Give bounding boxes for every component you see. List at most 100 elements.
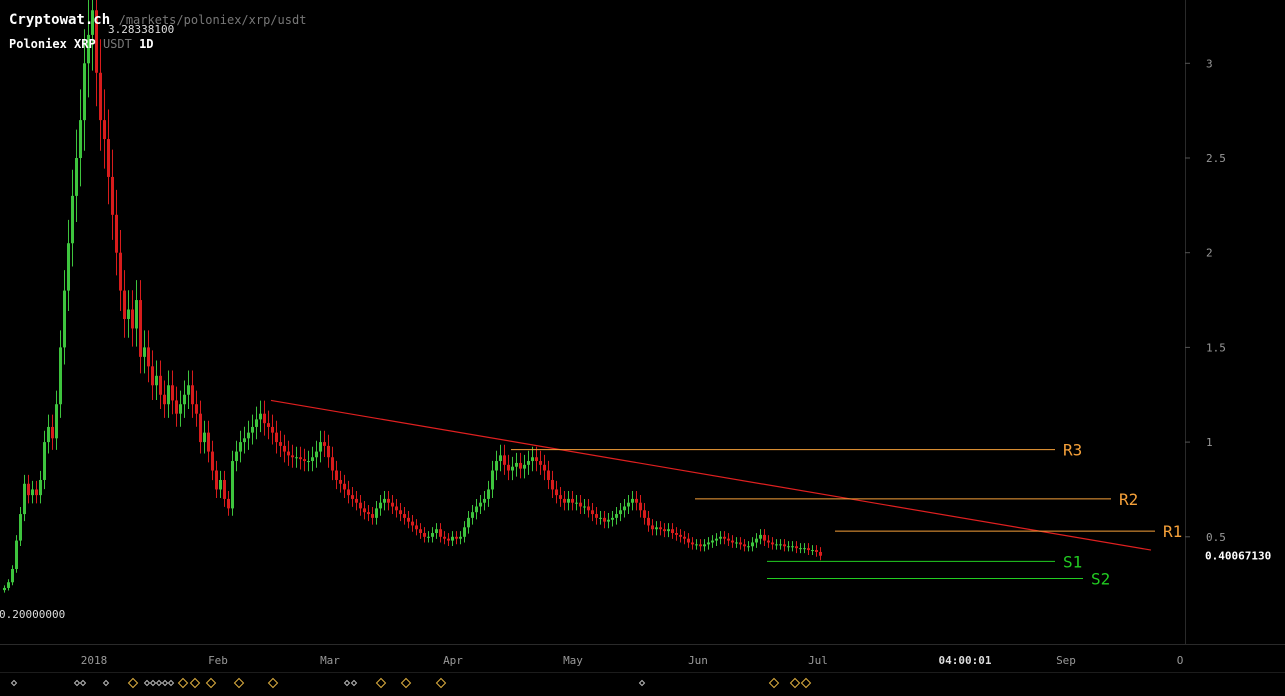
candle-body bbox=[335, 470, 338, 480]
candle-body bbox=[791, 546, 794, 548]
candle-body bbox=[663, 529, 666, 532]
event-marker-icon bbox=[177, 677, 189, 689]
candle-body bbox=[483, 498, 486, 503]
time-tick-label: O bbox=[1177, 654, 1184, 667]
chart-canvas[interactable]: 0.5 1 1.5 2 2.5 3 2018 Feb Mar Apr May Jun Jul 04:00:… bbox=[0, 0, 1285, 692]
price-tick-label: 2 bbox=[1206, 247, 1213, 260]
candle-body bbox=[71, 195, 74, 244]
candle-body bbox=[147, 347, 150, 367]
candle-body bbox=[159, 375, 162, 395]
candle-body bbox=[667, 529, 670, 532]
candle-body bbox=[151, 366, 154, 386]
candle-body bbox=[327, 445, 330, 458]
candle-body bbox=[807, 548, 810, 551]
candle-body bbox=[331, 457, 334, 471]
candle-body bbox=[799, 548, 802, 550]
candle-body bbox=[587, 506, 590, 511]
time-tick-label: Jun bbox=[688, 654, 708, 667]
candle-body bbox=[383, 498, 386, 503]
event-marker-icon bbox=[10, 679, 18, 687]
candle-body bbox=[171, 385, 174, 401]
candle-body bbox=[115, 214, 118, 253]
candle-body bbox=[443, 536, 446, 539]
candle-body bbox=[11, 568, 14, 583]
candle-body bbox=[719, 536, 722, 539]
quote-currency: USDT bbox=[102, 37, 132, 51]
candle-body bbox=[703, 544, 706, 547]
candle-body bbox=[43, 442, 46, 480]
candle-body bbox=[235, 451, 238, 462]
candle-body bbox=[435, 529, 438, 534]
candle-body bbox=[575, 502, 578, 504]
candle-body bbox=[239, 442, 242, 452]
candle-body bbox=[271, 426, 274, 433]
min-price-label: 0.20000000 bbox=[0, 608, 65, 621]
candle-body bbox=[599, 517, 602, 519]
time-tick-label: Jul bbox=[808, 654, 828, 667]
candle-body bbox=[523, 464, 526, 469]
site-name[interactable]: Cryptowat.ch bbox=[9, 12, 110, 28]
candle-body bbox=[507, 464, 510, 471]
candle-body bbox=[623, 506, 626, 511]
last-price-label: 0.40067130 bbox=[1205, 550, 1271, 563]
candle-body bbox=[655, 527, 658, 530]
candle-body bbox=[439, 529, 442, 537]
candle-body bbox=[107, 139, 110, 177]
candle-body bbox=[79, 120, 82, 158]
candle-body bbox=[775, 544, 778, 546]
candle-body bbox=[347, 489, 350, 496]
candle-body bbox=[303, 459, 306, 462]
event-marker-icon bbox=[435, 677, 447, 689]
time-tick-label: 04:00:01 bbox=[939, 654, 992, 667]
candle-body bbox=[735, 542, 738, 544]
candle-body bbox=[679, 534, 682, 537]
candle-body bbox=[531, 457, 534, 462]
candle-body bbox=[815, 550, 818, 552]
candle-body bbox=[755, 538, 758, 543]
candle-body bbox=[343, 483, 346, 490]
candle-body bbox=[143, 347, 146, 357]
candle-body bbox=[643, 510, 646, 518]
event-marker-icon bbox=[400, 677, 412, 689]
candle-body bbox=[263, 413, 266, 424]
candle-body bbox=[355, 498, 358, 503]
candle-body bbox=[467, 517, 470, 528]
candle-body bbox=[563, 498, 566, 503]
candle-body bbox=[211, 451, 214, 471]
candle-body bbox=[683, 536, 686, 539]
candle-body bbox=[103, 120, 106, 140]
candle-body bbox=[635, 498, 638, 503]
candle-body bbox=[427, 536, 430, 538]
candle-body bbox=[723, 536, 726, 539]
candle-body bbox=[771, 542, 774, 545]
event-marker-icon bbox=[167, 679, 175, 687]
candle-body bbox=[51, 426, 54, 439]
candle-body bbox=[367, 512, 370, 515]
candle-body bbox=[451, 536, 454, 541]
candle-body bbox=[139, 300, 142, 357]
resistance-trendline bbox=[270, 399, 1152, 551]
candle-body bbox=[3, 587, 6, 591]
candle-body bbox=[243, 438, 246, 443]
candle-body bbox=[707, 542, 710, 545]
candle-body bbox=[615, 514, 618, 518]
candle-body bbox=[403, 514, 406, 518]
candle-body bbox=[675, 533, 678, 535]
candle-body bbox=[547, 470, 550, 480]
candle-body bbox=[407, 517, 410, 522]
candle-body bbox=[739, 542, 742, 545]
candle-body bbox=[495, 461, 498, 471]
candle-body bbox=[603, 517, 606, 522]
candle-body bbox=[131, 309, 134, 329]
candle-body bbox=[583, 506, 586, 508]
price-tick-label: 1 bbox=[1206, 436, 1213, 449]
candle-body bbox=[99, 72, 102, 121]
event-marker-icon bbox=[102, 679, 110, 687]
candle-body bbox=[259, 413, 262, 420]
price-chart[interactable]: 0.5 1 1.5 2 2.5 3 2018 Feb Mar Apr May Jun Jul 04:00:… bbox=[0, 0, 1285, 692]
candle-body bbox=[191, 385, 194, 405]
candle-body bbox=[415, 525, 418, 530]
candle-body bbox=[819, 551, 822, 556]
candle-body bbox=[27, 483, 30, 496]
price-tick-label: 1.5 bbox=[1206, 341, 1226, 354]
